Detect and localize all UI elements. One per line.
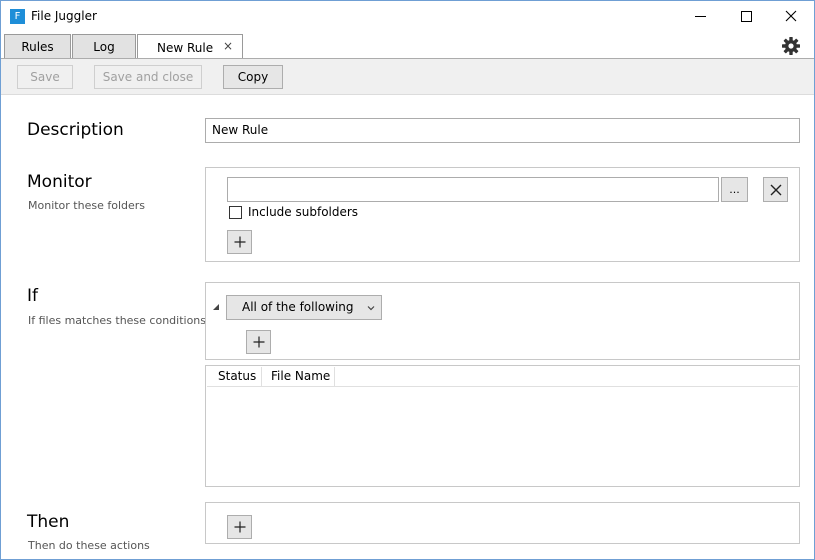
tab-label: Rules bbox=[21, 40, 54, 54]
minimize-button[interactable] bbox=[677, 1, 723, 31]
column-header-status[interactable]: Status bbox=[207, 367, 262, 387]
collapse-triangle-icon[interactable] bbox=[212, 303, 220, 311]
add-action-button[interactable] bbox=[227, 515, 252, 539]
close-icon bbox=[770, 184, 781, 195]
plus-icon bbox=[253, 336, 264, 348]
then-subtitle: Then do these actions bbox=[28, 539, 150, 552]
chevron-down-icon bbox=[367, 296, 375, 322]
monitor-heading: Monitor bbox=[27, 172, 92, 192]
include-subfolders-checkbox[interactable] bbox=[229, 206, 242, 219]
plus-icon bbox=[234, 236, 245, 248]
tab-label: New Rule bbox=[157, 40, 214, 55]
tab-strip: Rules Log New Rule × bbox=[1, 32, 814, 60]
window-title: File Juggler bbox=[31, 9, 97, 23]
maximize-button[interactable] bbox=[723, 1, 769, 31]
copy-button[interactable]: Copy bbox=[223, 65, 283, 89]
table-header: Status File Name bbox=[207, 367, 798, 387]
browse-folder-button[interactable]: ... bbox=[721, 177, 748, 202]
remove-folder-button[interactable] bbox=[763, 177, 788, 202]
column-header-file-name[interactable]: File Name bbox=[262, 367, 335, 387]
tab-new-rule[interactable]: New Rule × bbox=[137, 34, 243, 60]
match-mode-dropdown[interactable]: All of the following bbox=[226, 295, 382, 320]
monitor-panel: ... Include subfolders bbox=[205, 167, 800, 262]
tab-rules[interactable]: Rules bbox=[4, 34, 71, 59]
close-icon bbox=[785, 10, 797, 22]
match-mode-value: All of the following bbox=[242, 300, 354, 314]
monitor-subtitle: Monitor these folders bbox=[28, 199, 146, 212]
description-input[interactable]: New Rule bbox=[205, 118, 800, 143]
gear-icon[interactable] bbox=[781, 36, 801, 56]
add-folder-button[interactable] bbox=[227, 230, 252, 254]
conditions-panel: All of the following bbox=[205, 282, 800, 360]
description-heading: Description bbox=[27, 120, 124, 140]
if-heading: If bbox=[27, 286, 38, 306]
close-window-button[interactable] bbox=[768, 1, 814, 31]
toolbar: Save Save and close Copy bbox=[1, 58, 814, 95]
title-bar[interactable]: F File Juggler bbox=[1, 1, 814, 32]
tab-label: Log bbox=[93, 40, 115, 54]
maximize-icon bbox=[740, 10, 752, 22]
folder-path-input[interactable] bbox=[227, 177, 719, 202]
tab-log[interactable]: Log bbox=[72, 34, 136, 59]
actions-panel bbox=[205, 502, 800, 544]
save-and-close-button[interactable]: Save and close bbox=[94, 65, 202, 89]
include-subfolders-label: Include subfolders bbox=[248, 205, 359, 219]
then-heading: Then bbox=[27, 512, 70, 532]
save-button[interactable]: Save bbox=[17, 65, 73, 89]
matching-files-table: Status File Name bbox=[205, 365, 800, 487]
plus-icon bbox=[234, 521, 245, 533]
app-window: F File Juggler Rules Log New Rule × Save… bbox=[0, 0, 815, 560]
minimize-icon bbox=[694, 15, 706, 17]
add-condition-button[interactable] bbox=[246, 330, 271, 354]
tab-close-icon[interactable]: × bbox=[223, 39, 233, 53]
if-subtitle: If files matches these conditions bbox=[28, 314, 207, 327]
app-logo-icon: F bbox=[10, 9, 25, 24]
